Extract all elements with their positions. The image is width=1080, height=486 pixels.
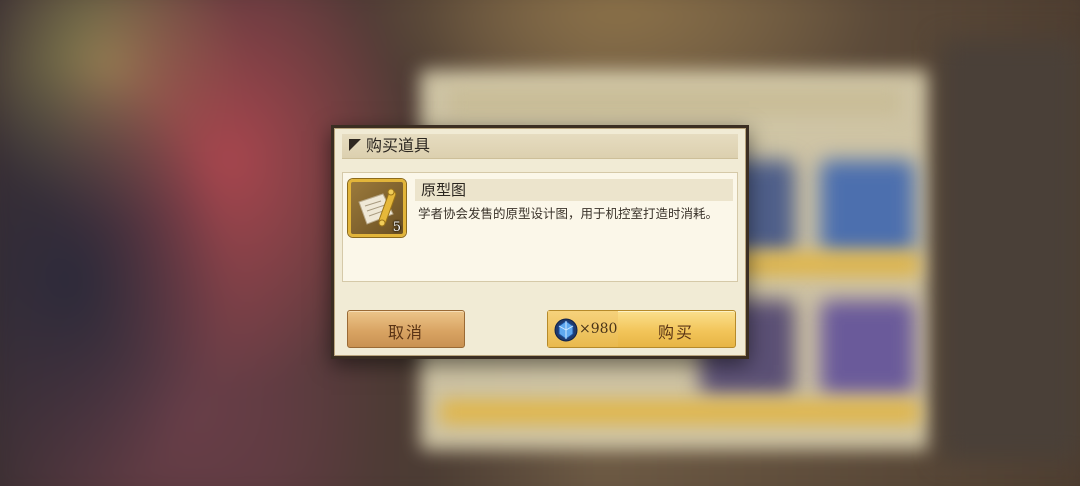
corner-triangle-icon (349, 139, 361, 151)
background-price-bar (440, 400, 920, 424)
buy-button-label: 购买 (658, 323, 695, 342)
dialog-title: 购买道具 (366, 136, 431, 155)
dialog-title-bar: 购买道具 (342, 134, 738, 159)
item-icon-frame: 5 (348, 179, 406, 237)
background-card (820, 300, 915, 395)
background-price-bar (720, 252, 920, 276)
item-info-panel: 5 原型图 学者协会发售的原型设计图，用于机控室打造时消耗。 (342, 172, 738, 282)
item-description: 学者协会发售的原型设计图，用于机控室打造时消耗。 (418, 206, 719, 221)
background-card (820, 160, 915, 255)
item-name: 原型图 (421, 181, 467, 199)
background-side-panel (940, 40, 1080, 460)
cancel-button[interactable]: 取消 (347, 310, 465, 348)
price-area: ×980 (548, 311, 618, 347)
blue-gem-icon (554, 318, 578, 342)
buy-button[interactable]: ×980 购买 (547, 310, 736, 348)
price-amount: ×980 (579, 321, 618, 337)
purchase-dialog: 购买道具 5 原型图 学者协会发售的原型设计图，用于机控室打造时消耗。 取消 ×… (331, 125, 749, 359)
cancel-button-label: 取消 (387, 323, 424, 342)
background-shop-header (450, 88, 900, 116)
item-quantity: 5 (392, 220, 401, 235)
item-name-bar: 原型图 (415, 179, 733, 201)
